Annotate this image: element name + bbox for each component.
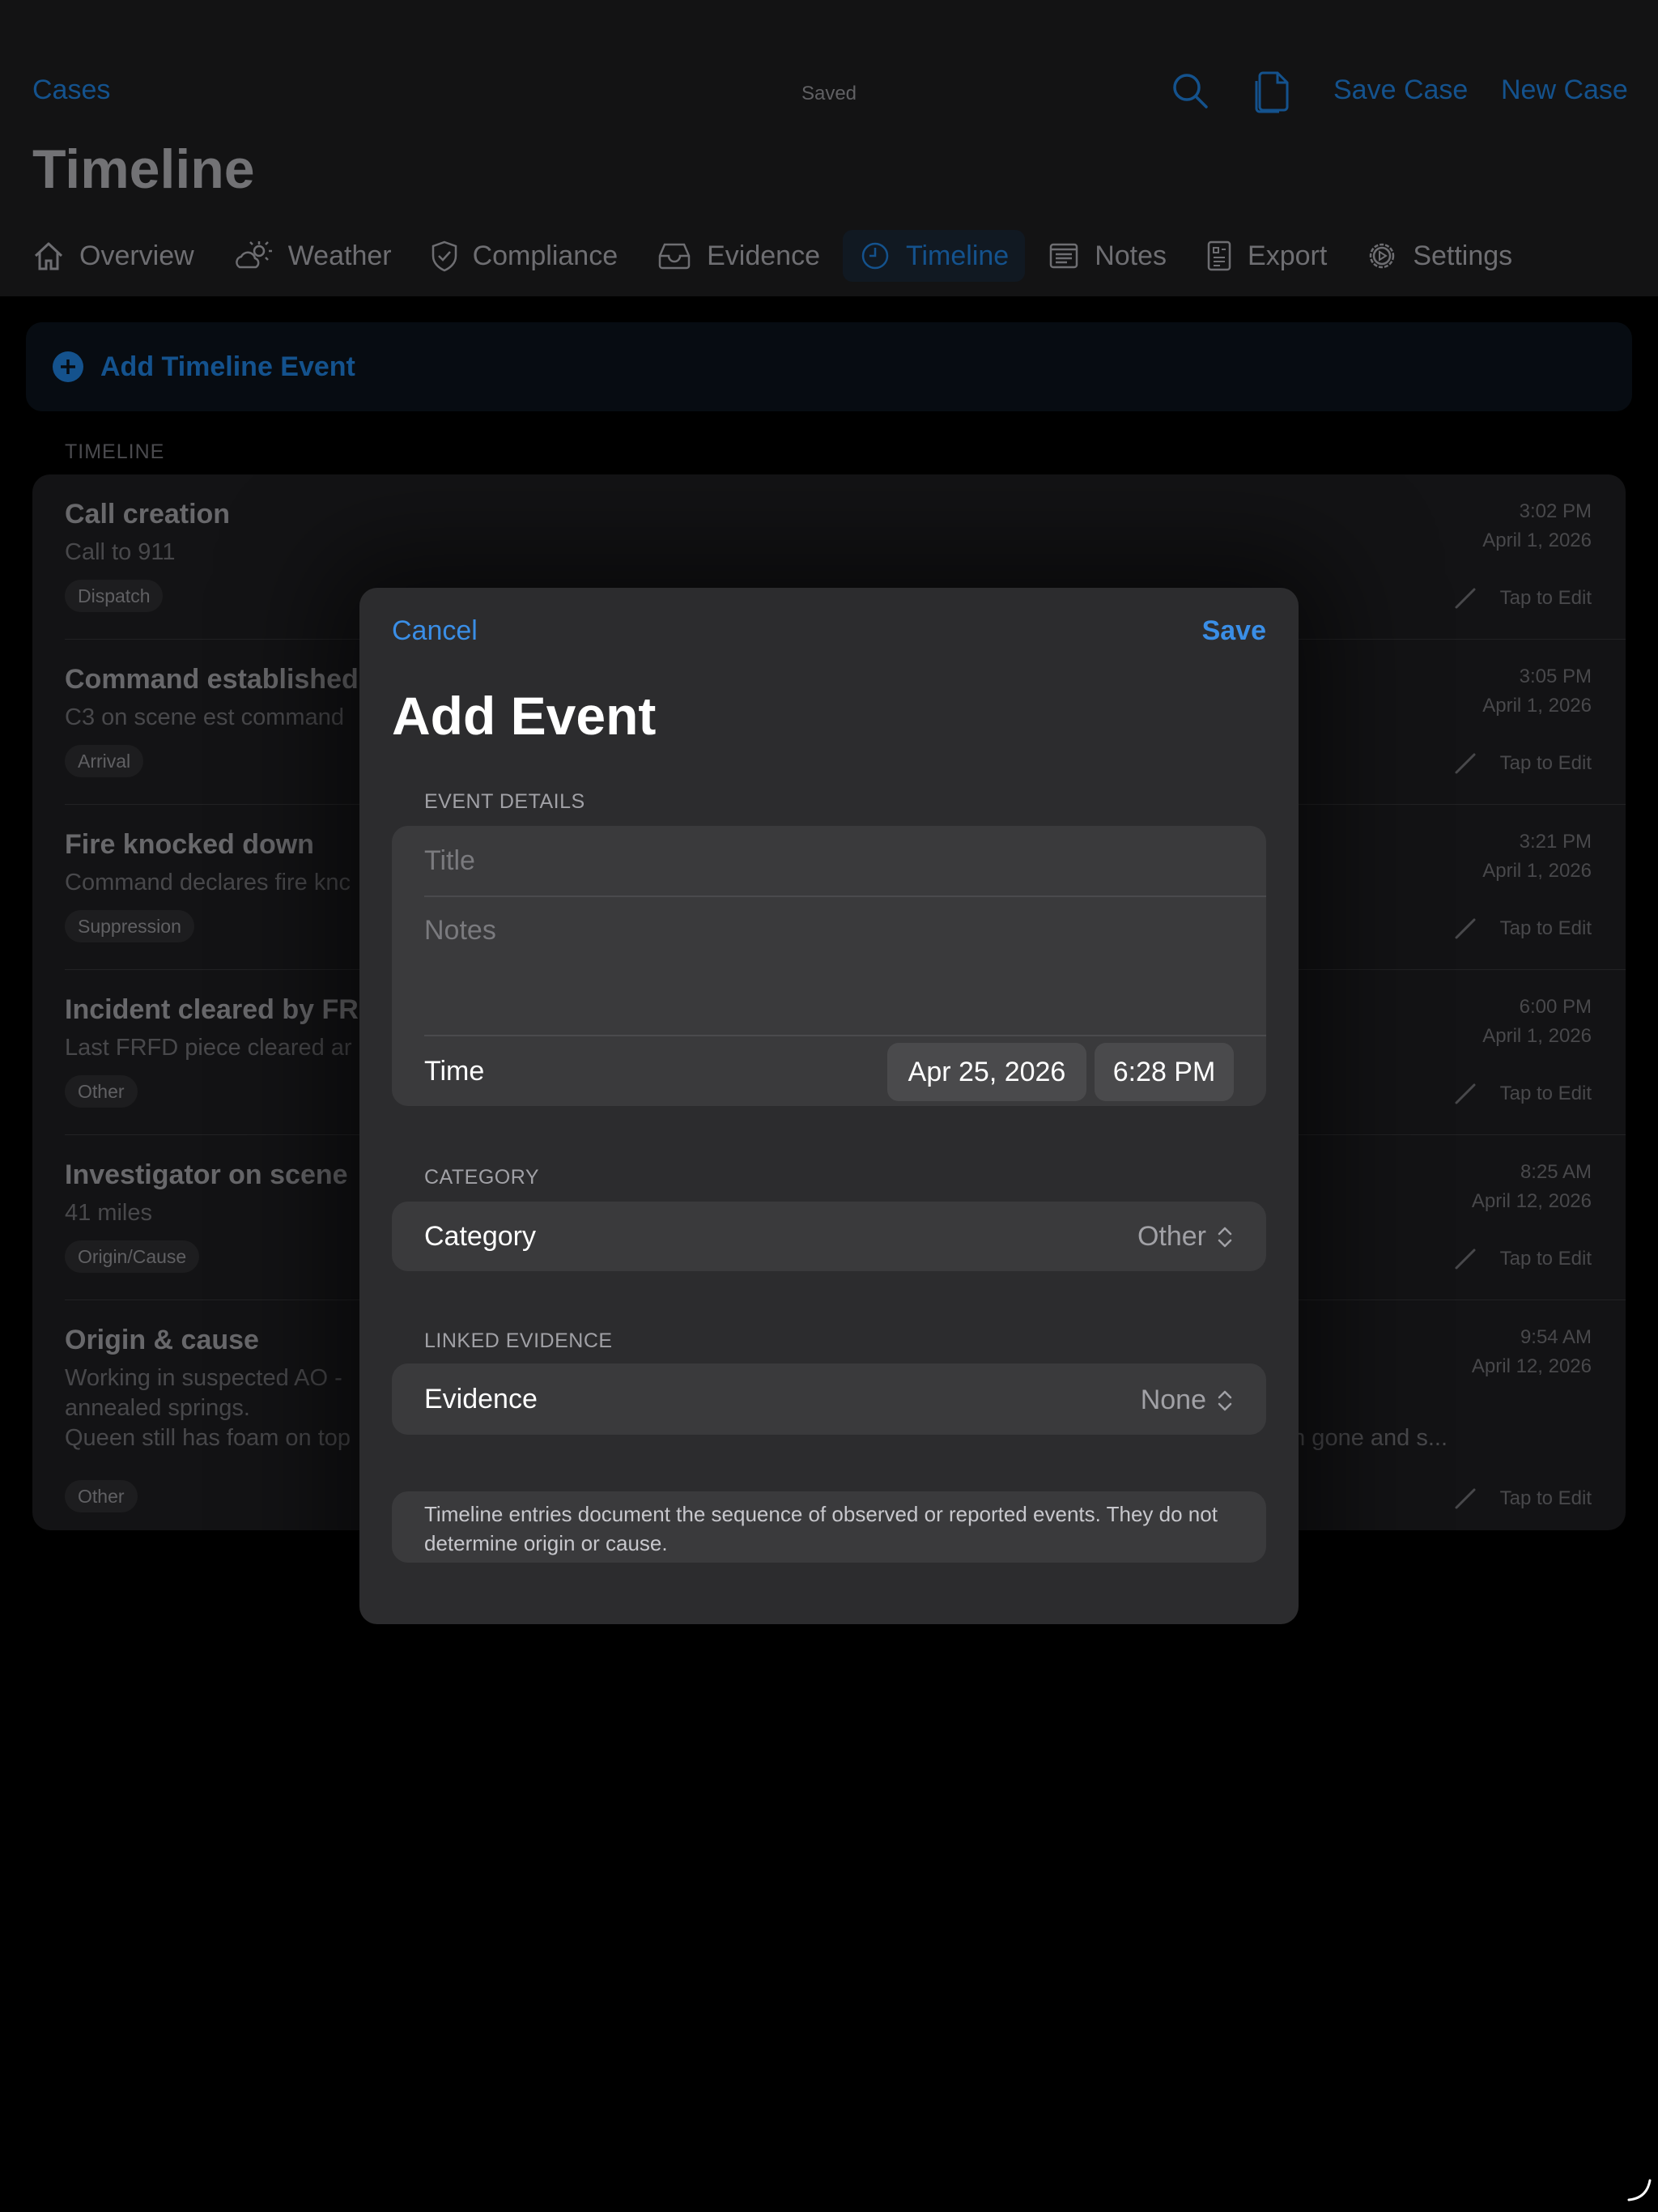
notes-field[interactable]: Notes bbox=[424, 897, 1266, 1035]
event-details-header: EVENT DETAILS bbox=[424, 790, 585, 813]
category-picker[interactable]: Other bbox=[1137, 1221, 1234, 1253]
notes-placeholder: Notes bbox=[424, 915, 496, 946]
chevron-up-down-icon bbox=[1218, 1227, 1232, 1247]
linked-evidence-header: LINKED EVIDENCE bbox=[424, 1329, 613, 1352]
evidence-picker[interactable]: None bbox=[1141, 1385, 1234, 1416]
time-picker[interactable]: 6:28 PM bbox=[1095, 1043, 1234, 1101]
corner-arc-icon bbox=[1626, 2176, 1653, 2207]
title-placeholder: Title bbox=[424, 844, 475, 876]
title-field[interactable]: Title bbox=[424, 826, 1266, 895]
save-button[interactable]: Save bbox=[1202, 615, 1266, 647]
category-picker-row[interactable]: Category Other bbox=[392, 1202, 1266, 1271]
add-event-sheet: Cancel Save Add Event EVENT DETAILS Titl… bbox=[359, 588, 1299, 1624]
chevron-up-down-icon bbox=[1218, 1390, 1232, 1410]
sheet-title: Add Event bbox=[392, 686, 657, 746]
evidence-value: None bbox=[1140, 1385, 1206, 1415]
category-label: Category bbox=[424, 1220, 536, 1252]
time-label: Time bbox=[424, 1055, 485, 1087]
event-details-group: Title Notes Time Apr 25, 2026 6:28 PM bbox=[392, 826, 1266, 1106]
cancel-button[interactable]: Cancel bbox=[392, 615, 478, 647]
app-background: Cases Saved Save Case New Case Timeline … bbox=[0, 0, 1658, 2212]
evidence-label: Evidence bbox=[424, 1383, 538, 1414]
evidence-picker-row[interactable]: Evidence None bbox=[392, 1363, 1266, 1435]
timeline-disclaimer: Timeline entries document the sequence o… bbox=[392, 1491, 1266, 1563]
date-picker[interactable]: Apr 25, 2026 bbox=[887, 1043, 1086, 1101]
category-value: Other bbox=[1137, 1221, 1206, 1252]
category-header: CATEGORY bbox=[424, 1166, 539, 1189]
